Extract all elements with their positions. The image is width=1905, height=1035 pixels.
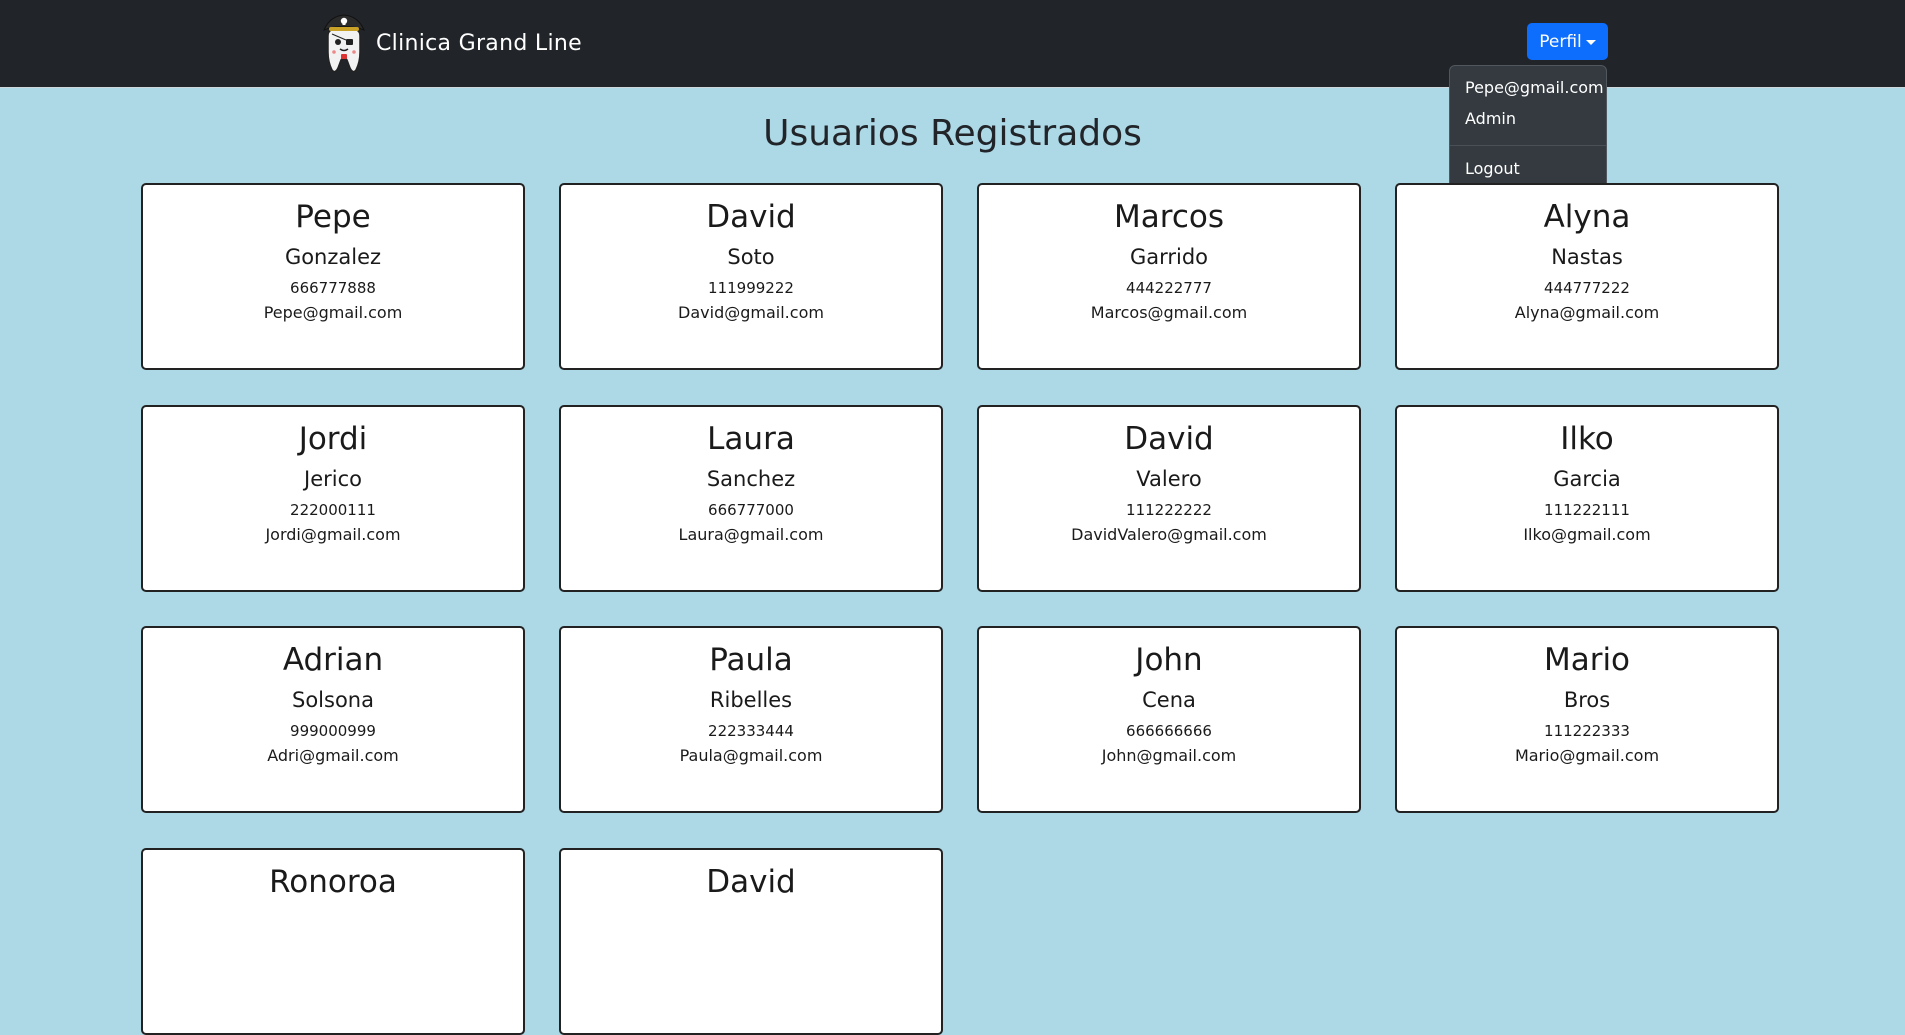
user-last-name: Soto [727,245,775,269]
dropdown-item-logout[interactable]: Logout [1465,159,1520,178]
user-email: Jordi@gmail.com [265,525,401,544]
user-phone: 111222222 [1126,501,1212,519]
user-email: Mario@gmail.com [1514,746,1660,765]
user-last-name: Garrido [1129,245,1209,269]
user-last-name: Garcia [1553,467,1621,491]
user-email: John@gmail.com [1101,746,1237,765]
user-phone: 666777888 [290,279,376,297]
user-email: DavidValero@gmail.com [1071,525,1267,544]
user-card: Pepe Gonzalez 666777888 Pepe@gmail.com [141,183,525,370]
user-first-name: David [706,864,796,900]
user-phone: 111222333 [1544,722,1630,740]
user-phone: 666777000 [708,501,794,519]
user-card: Ilko Garcia 111222111 Ilko@gmail.com [1395,405,1779,592]
user-card: Laura Sanchez 666777000 Laura@gmail.com [559,405,943,592]
user-first-name: Jordi [298,421,368,457]
user-card: David Valero 111222222 DavidValero@gmail… [977,405,1361,592]
user-phone: 222000111 [290,501,376,519]
user-email: Marcos@gmail.com [1090,303,1248,322]
user-first-name: Mario [1543,642,1631,678]
user-card: David [559,848,943,1035]
profile-dropdown-button[interactable]: Perfil [1527,23,1608,60]
user-last-name: Cena [1142,688,1196,712]
user-phone: 444777222 [1544,279,1630,297]
user-first-name: Adrian [282,642,384,678]
page-title: Usuarios Registrados [763,113,1142,154]
user-email: Alyna@gmail.com [1514,303,1660,322]
user-card: Ronoroa [141,848,525,1035]
user-card: David Soto 111999222 David@gmail.com [559,183,943,370]
user-last-name: Solsona [292,688,374,712]
user-last-name: Jerico [304,467,362,491]
user-last-name: Valero [1136,467,1202,491]
user-phone: 222333444 [708,722,794,740]
user-card: Alyna Nastas 444777222 Alyna@gmail.com [1395,183,1779,370]
user-email: Ilko@gmail.com [1523,525,1651,544]
user-first-name: David [706,199,796,235]
user-first-name: Alyna [1543,199,1631,235]
user-card: Mario Bros 111222333 Mario@gmail.com [1395,626,1779,813]
dropdown-item-email[interactable]: Pepe@gmail.com [1465,78,1604,97]
user-email: Paula@gmail.com [679,746,823,765]
user-last-name: Sanchez [706,467,796,491]
user-email: David@gmail.com [678,303,824,322]
brand-link[interactable]: Clinica Grand Line [320,10,582,76]
user-phone: 111999222 [708,279,794,297]
user-card: Marcos Garrido 444222777 Marcos@gmail.co… [977,183,1361,370]
user-last-name: Ribelles [709,688,793,712]
navbar: Clinica Grand Line Perfil [0,0,1905,88]
user-email: Laura@gmail.com [678,525,824,544]
user-card: Adrian Solsona 999000999 Adri@gmail.com [141,626,525,813]
user-first-name: David [1124,421,1214,457]
user-first-name: Pepe [295,199,371,235]
user-card: John Cena 666666666 John@gmail.com [977,626,1361,813]
user-first-name: Laura [707,421,795,457]
user-phone: 111222111 [1544,501,1630,519]
user-last-name: Nastas [1551,245,1623,269]
user-email: Adri@gmail.com [267,746,399,765]
brand-name: Clinica Grand Line [376,30,582,56]
profile-button-label: Perfil [1539,31,1582,52]
user-first-name: Ronoroa [269,864,397,900]
pirate-tooth-logo-icon [323,14,365,73]
user-phone: 444222777 [1126,279,1212,297]
user-card: Jordi Jerico 222000111 Jordi@gmail.com [141,405,525,592]
user-phone: 999000999 [290,722,376,740]
user-card: Paula Ribelles 222333444 Paula@gmail.com [559,626,943,813]
user-first-name: Marcos [1114,199,1224,235]
user-phone: 666666666 [1126,722,1212,740]
user-last-name: Gonzalez [284,245,382,269]
user-last-name: Bros [1563,688,1611,712]
caret-down-icon [1585,40,1596,45]
user-email: Pepe@gmail.com [263,303,403,322]
user-first-name: John [1135,642,1203,678]
user-first-name: Ilko [1560,421,1614,457]
user-first-name: Paula [709,642,793,678]
